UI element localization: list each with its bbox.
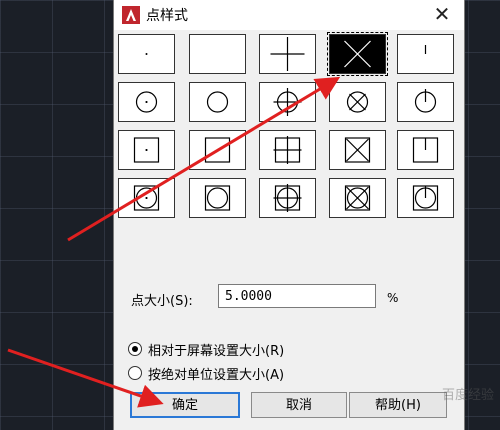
point-style-circle-icon [206, 91, 229, 113]
point-style-square-x-icon [344, 137, 371, 163]
point-style-square-circle-icon [204, 185, 231, 211]
point-style-square-circle-plus[interactable] [259, 178, 316, 218]
point-style-x-icon [344, 40, 371, 68]
point-style-circle-plus[interactable] [259, 82, 316, 122]
relative-size-label: 相对于屏幕设置大小(R) [148, 344, 285, 359]
point-style-square-circle-tick[interactable] [397, 178, 454, 218]
autocad-logo-icon [122, 6, 140, 24]
absolute-size-label: 按绝对单位设置大小(A) [148, 368, 285, 383]
point-style-square-x[interactable] [329, 130, 386, 170]
absolute-size-radio[interactable] [128, 366, 142, 380]
point-style-circle-plus-icon [273, 88, 302, 116]
point-size-label: 点大小(S): [131, 294, 193, 309]
point-style-square-tick[interactable] [397, 130, 454, 170]
point-style-plus-icon [270, 37, 305, 71]
point-style-circle-x-icon [346, 91, 369, 113]
dialog-title: 点样式 [146, 8, 188, 24]
point-style-dialog: 点样式 ✕ 点大小(S): % 相对于屏幕设置大小(R) 按绝对单位设置大小(A… [113, 0, 465, 430]
point-style-square-circle-dot[interactable] [118, 178, 175, 218]
point-style-square-circle-dot-icon [133, 185, 160, 211]
point-size-input[interactable] [218, 284, 376, 308]
point-style-square-circle[interactable] [189, 178, 246, 218]
point-style-circle-dot-icon [135, 91, 158, 113]
point-style-square-plus-icon [273, 136, 302, 164]
point-style-square-circle-x[interactable] [329, 178, 386, 218]
point-style-square-circle-tick-icon [412, 185, 439, 211]
point-style-circle-x[interactable] [329, 82, 386, 122]
cancel-button[interactable]: 取消 [251, 392, 347, 418]
point-style-x[interactable] [327, 32, 388, 76]
point-style-tick[interactable] [397, 34, 454, 74]
relative-size-option[interactable]: 相对于屏幕设置大小(R) [128, 340, 328, 360]
point-style-square-dot-icon [133, 137, 160, 163]
relative-size-radio[interactable] [128, 342, 142, 356]
point-style-none-icon [190, 35, 245, 73]
close-icon: ✕ [433, 2, 451, 26]
point-style-circle[interactable] [189, 82, 246, 122]
ok-button[interactable]: 确定 [130, 392, 240, 418]
watermark: 百度经验 [441, 388, 494, 403]
point-style-square-circle-plus-icon [273, 184, 302, 212]
help-button[interactable]: 帮助(H) [349, 392, 447, 418]
point-style-square-circle-x-icon [344, 185, 371, 211]
point-style-square-icon [204, 137, 231, 163]
absolute-size-option[interactable]: 按绝对单位设置大小(A) [128, 364, 328, 384]
point-style-square-tick-icon [412, 137, 439, 163]
point-style-circle-tick[interactable] [397, 82, 454, 122]
point-style-dot-icon [145, 53, 148, 55]
point-style-circle-tick-icon [414, 89, 437, 113]
point-style-plus[interactable] [259, 34, 316, 74]
point-style-square[interactable] [189, 130, 246, 170]
point-size-unit: % [387, 291, 399, 305]
point-style-tick-icon [424, 45, 427, 54]
point-style-dot[interactable] [118, 34, 175, 74]
close-button[interactable]: ✕ [430, 2, 454, 26]
point-style-square-dot[interactable] [118, 130, 175, 170]
point-style-square-plus[interactable] [259, 130, 316, 170]
point-style-circle-dot[interactable] [118, 82, 175, 122]
point-style-none[interactable] [189, 34, 246, 74]
title-bar: 点样式 ✕ [114, 0, 464, 30]
